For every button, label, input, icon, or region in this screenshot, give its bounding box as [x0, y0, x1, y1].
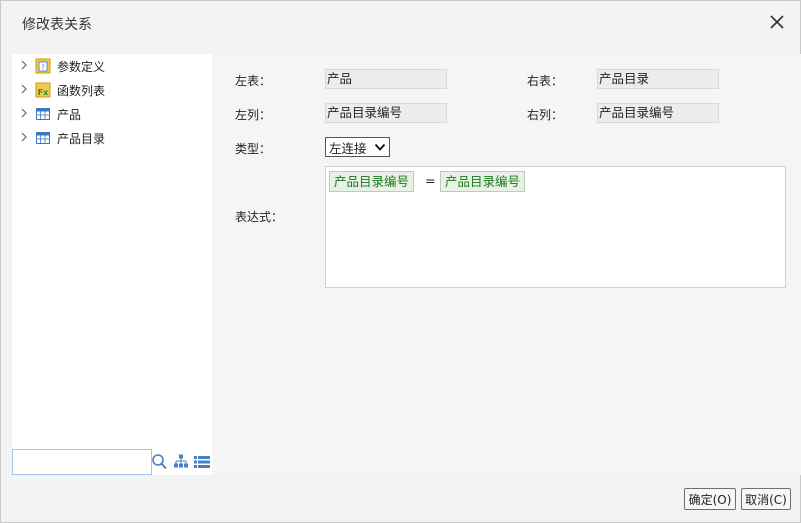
- left-table-field: 产品: [325, 69, 447, 89]
- tree-item-functions[interactable]: Fx 函数列表: [12, 79, 212, 101]
- chevron-right-icon[interactable]: [15, 108, 33, 121]
- expression-right-token[interactable]: 产品目录编号: [440, 171, 526, 192]
- join-type-select[interactable]: 左连接: [325, 137, 390, 157]
- tree-item-parameters[interactable]: ? 参数定义: [12, 55, 212, 77]
- chevron-right-icon[interactable]: [15, 84, 33, 97]
- title-bar: 修改表关系: [1, 1, 800, 43]
- tree-item-product[interactable]: 产品: [12, 103, 212, 125]
- tree-item-label: 产品目录: [57, 131, 106, 146]
- field-tree-panel: ? 参数定义 Fx 函数列表 产品 产品目录: [12, 54, 212, 475]
- right-table-field: 产品目录: [597, 69, 719, 89]
- chevron-right-icon[interactable]: [15, 132, 33, 145]
- table-icon: [36, 108, 50, 120]
- left-table-label: 左表：: [235, 74, 272, 88]
- tree-item-label: 函数列表: [57, 83, 106, 98]
- svg-text:Fx: Fx: [38, 88, 49, 97]
- tree-item-product-catalog[interactable]: 产品目录: [12, 127, 212, 149]
- tree-item-label: 参数定义: [57, 59, 106, 74]
- expression-label: 表达式：: [235, 210, 284, 224]
- right-table-label: 右表：: [527, 74, 564, 88]
- tree-view-icon[interactable]: [173, 454, 189, 468]
- close-icon[interactable]: [768, 13, 786, 31]
- tree-search-input[interactable]: [12, 449, 152, 475]
- function-icon: Fx: [35, 82, 51, 98]
- chevron-right-icon[interactable]: [15, 60, 33, 73]
- expression-operator: =: [425, 173, 436, 188]
- join-type-label: 类型：: [235, 142, 272, 156]
- chevron-down-icon: [374, 143, 386, 151]
- left-column-field: 产品目录编号: [325, 103, 447, 123]
- list-view-icon[interactable]: [194, 456, 210, 468]
- tree-item-label: 产品: [57, 107, 82, 122]
- left-column-label: 左列：: [235, 108, 272, 122]
- expression-editor[interactable]: 产品目录编号 = 产品目录编号: [325, 166, 786, 288]
- modify-table-relation-dialog: 修改表关系 ? 参数定义 Fx 函数列表 产品 产品目录 左表： 产品 右表： …: [0, 0, 801, 523]
- expression-left-token[interactable]: 产品目录编号: [329, 171, 415, 192]
- right-column-field: 产品目录编号: [597, 103, 719, 123]
- join-type-value: 左连接: [329, 140, 367, 156]
- cancel-button[interactable]: 取消(C): [741, 488, 791, 510]
- parameter-icon: ?: [35, 58, 51, 74]
- dialog-title: 修改表关系: [22, 17, 92, 33]
- right-column-label: 右列：: [527, 108, 564, 122]
- table-icon: [36, 132, 50, 144]
- ok-button[interactable]: 确定(O): [684, 488, 736, 510]
- search-icon[interactable]: [151, 453, 167, 471]
- svg-text:?: ?: [41, 64, 45, 72]
